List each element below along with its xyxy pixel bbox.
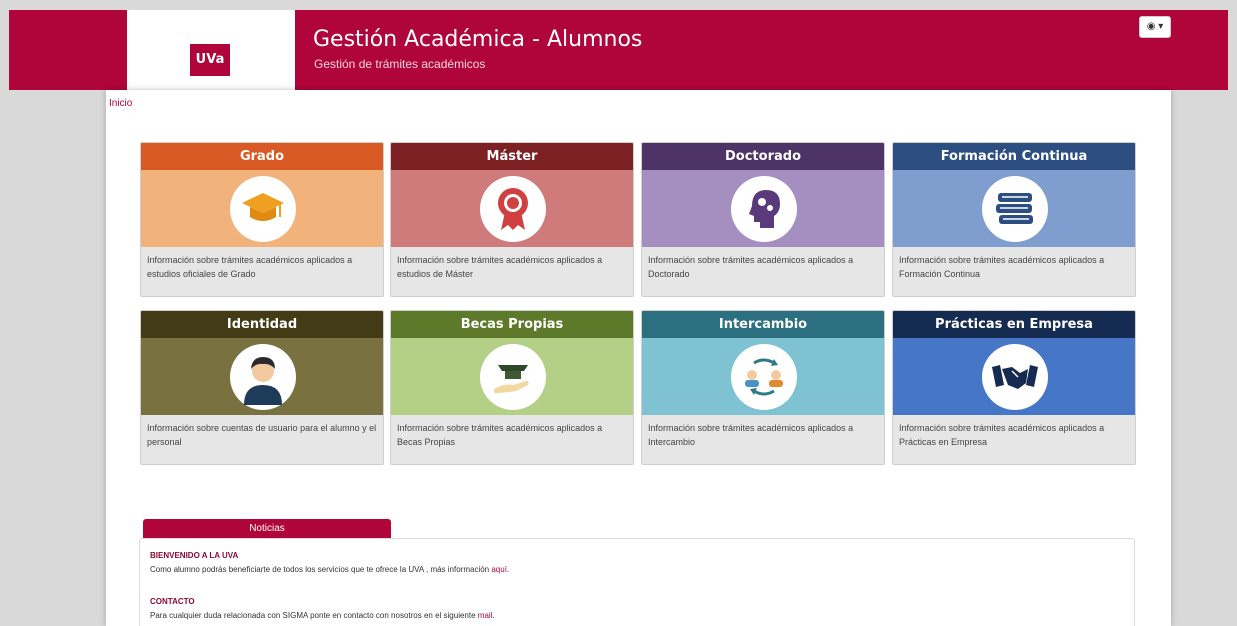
news-item-text: Como alumno podrás beneficiarte de todos… (150, 565, 509, 574)
card-doctorado[interactable]: Doctorado Información sobre trámites aca… (641, 142, 885, 297)
news-item-text: Para cualquier duda relacionada con SIGM… (150, 611, 495, 620)
card-title: Formación Continua (893, 143, 1135, 170)
user-avatar-icon (230, 344, 296, 410)
news-more-info-link[interactable]: aquí (491, 565, 507, 574)
card-image-area (642, 170, 884, 247)
uva-logo[interactable]: UVa (190, 44, 230, 76)
handshake-icon (982, 344, 1048, 410)
card-title: Becas Propias (391, 311, 633, 338)
card-title: Intercambio (642, 311, 884, 338)
card-description: Información sobre trámites académicos ap… (648, 423, 854, 447)
card-image-area (893, 170, 1135, 247)
graduation-cap-icon (230, 176, 296, 242)
card-description: Información sobre trámites académicos ap… (397, 255, 603, 279)
news-item-suffix: . (492, 611, 495, 620)
card-image-area (391, 338, 633, 415)
award-ribbon-icon (480, 176, 546, 242)
news-item-body: Como alumno podrás beneficiarte de todos… (150, 565, 492, 574)
news-item-suffix: . (506, 565, 510, 574)
exchange-users-icon (731, 344, 797, 410)
app-subtitle: Gestión de trámites académicos (314, 57, 486, 71)
card-title: Identidad (141, 311, 383, 338)
news-mail-link[interactable]: mail (478, 611, 493, 620)
scholarship-hand-icon (480, 344, 546, 410)
card-image-area (893, 338, 1135, 415)
card-description: Información sobre cuentas de usuario par… (147, 423, 377, 447)
card-master[interactable]: Máster Información sobre trámites académ… (390, 142, 634, 297)
card-becas-propias[interactable]: Becas Propias Información sobre trámites… (390, 310, 634, 465)
card-description: Información sobre trámites académicos ap… (899, 255, 1105, 279)
card-description: Información sobre trámites académicos ap… (397, 423, 603, 447)
card-grado[interactable]: Grado Información sobre trámites académi… (140, 142, 384, 297)
books-stack-icon (982, 176, 1048, 242)
card-image-area (642, 338, 884, 415)
tab-noticias[interactable]: Noticias (143, 519, 391, 539)
card-image-area (141, 338, 383, 415)
card-identidad[interactable]: Identidad Información sobre cuentas de u… (140, 310, 384, 465)
card-practicas-empresa[interactable]: Prácticas en Empresa Información sobre t… (892, 310, 1136, 465)
card-title: Máster (391, 143, 633, 170)
card-title: Doctorado (642, 143, 884, 170)
brain-gears-icon (731, 176, 797, 242)
language-dropdown-button[interactable]: ◉ ▾ (1139, 16, 1171, 38)
card-description: Información sobre trámites académicos ap… (899, 423, 1105, 447)
news-item-title: BIENVENIDO A LA UVA (150, 551, 239, 560)
logo-area[interactable]: UVa (127, 10, 295, 90)
app-title: Gestión Académica - Alumnos (313, 27, 643, 52)
news-panel: BIENVENIDO A LA UVA Como alumno podrás b… (139, 538, 1135, 626)
card-formacion-continua[interactable]: Formación Continua Información sobre trá… (892, 142, 1136, 297)
news-item-title: CONTACTO (150, 597, 195, 606)
card-description: Información sobre trámites académicos ap… (147, 255, 353, 279)
card-image-area (141, 170, 383, 247)
card-intercambio[interactable]: Intercambio Información sobre trámites a… (641, 310, 885, 465)
breadcrumb-home-link[interactable]: Inicio (109, 98, 132, 109)
news-item-body: Para cualquier duda relacionada con SIGM… (150, 611, 478, 620)
card-title: Prácticas en Empresa (893, 311, 1135, 338)
card-image-area (391, 170, 633, 247)
card-description: Información sobre trámites académicos ap… (648, 255, 854, 279)
card-title: Grado (141, 143, 383, 170)
